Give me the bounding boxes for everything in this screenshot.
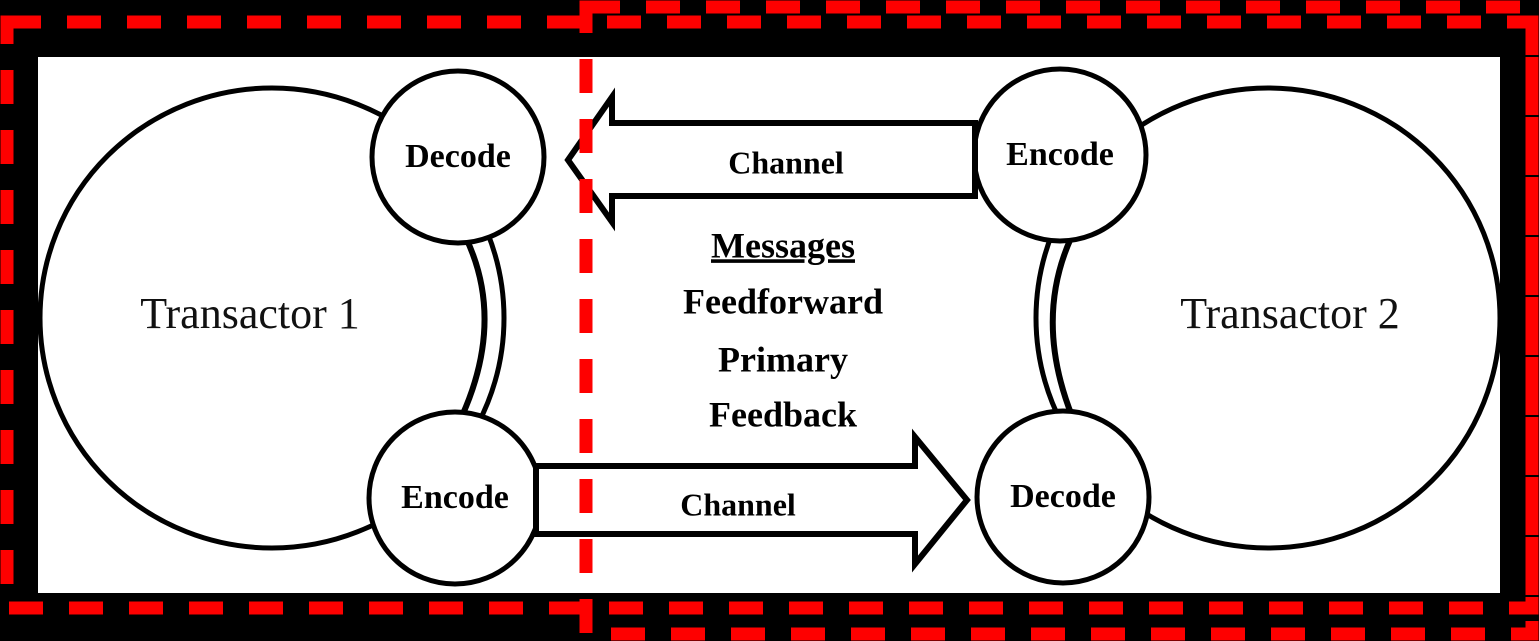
diagram-canvas: Decode Encode Encode Decode Channel Chan… — [0, 0, 1539, 641]
transactor-2-label: Transactor 2 — [1180, 289, 1400, 338]
channel-top-label: Channel — [728, 144, 844, 180]
node-decode-left-label: Decode — [405, 138, 511, 175]
channel-bottom-label: Channel — [680, 486, 796, 522]
messages-heading: Messages — [711, 225, 855, 265]
message-item-feedback: Feedback — [709, 394, 857, 434]
message-item-feedforward: Feedforward — [683, 281, 883, 321]
transactor-communication-diagram: Decode Encode Encode Decode Channel Chan… — [0, 0, 1539, 641]
node-encode-left-label: Encode — [401, 479, 509, 516]
message-item-primary: Primary — [718, 339, 848, 379]
node-encode-right-label: Encode — [1006, 136, 1114, 173]
transactor-1-label: Transactor 1 — [140, 289, 360, 338]
node-decode-right-label: Decode — [1010, 478, 1116, 515]
